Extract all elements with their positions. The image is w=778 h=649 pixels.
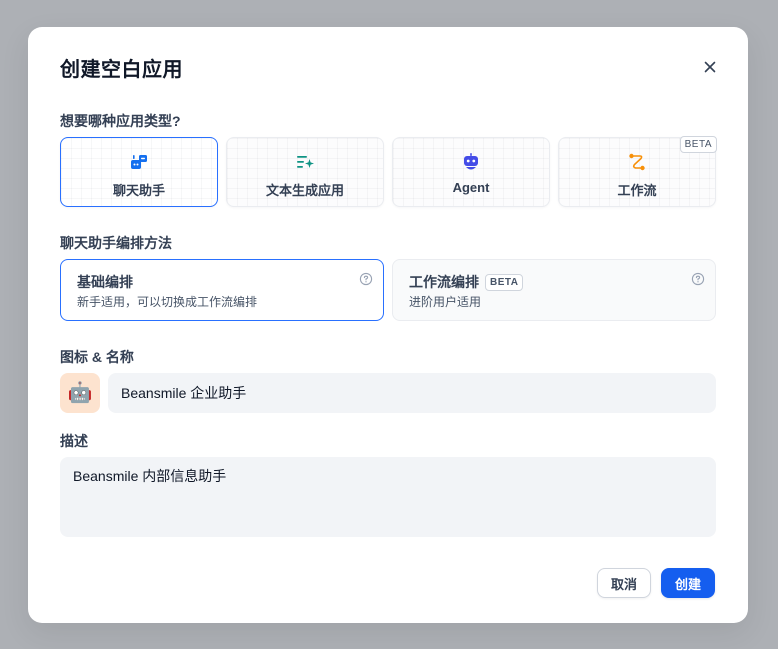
orchestration-basic-description: 新手适用，可以切换成工作流编排	[77, 295, 258, 309]
close-icon	[704, 61, 716, 73]
app-type-text-generation[interactable]: 文本生成应用	[226, 137, 384, 207]
app-icon-picker[interactable]: 🤖	[60, 373, 100, 413]
app-type-label-text-generation: 文本生成应用	[265, 183, 344, 198]
app-description-input[interactable]: Beansmile 内部信息助手	[60, 457, 716, 537]
robot-emoji-icon: 🤖	[67, 382, 93, 404]
workflow-icon	[629, 153, 645, 171]
orchestration-basic[interactable]: 基础编排 新手适用，可以切换成工作流编排	[60, 259, 384, 321]
orchestration-workflow[interactable]: 工作流编排 BETA 进阶用户适用	[392, 259, 716, 321]
app-type-options: 聊天助手 文本生成应用 Agent 工作流 BETA	[60, 136, 717, 207]
dialog-title: 创建空白应用	[60, 59, 183, 81]
orchestration-basic-title: 基础编排	[77, 274, 133, 290]
cancel-button[interactable]: 取消	[597, 568, 651, 598]
agent-robot-icon	[464, 153, 478, 170]
orchestration-workflow-title: 工作流编排	[409, 274, 479, 290]
app-type-workflow[interactable]: 工作流 BETA	[558, 136, 717, 207]
help-circle-icon[interactable]	[691, 272, 705, 286]
create-app-dialog: 创建空白应用 想要哪种应用类型? 聊天助手 文本生成应用 Agent 工作流 B…	[28, 27, 748, 623]
create-button[interactable]: 创建	[661, 568, 715, 598]
close-button[interactable]	[700, 57, 720, 77]
app-type-label: 想要哪种应用类型?	[60, 113, 181, 129]
app-type-label-chat: 聊天助手	[112, 183, 165, 198]
app-type-chat-assistant[interactable]: 聊天助手	[60, 137, 218, 207]
orchestration-label: 聊天助手编排方法	[60, 235, 172, 251]
chat-bot-icon	[131, 155, 147, 169]
orchestration-workflow-description: 进阶用户适用	[409, 295, 482, 309]
text-generation-icon	[297, 156, 314, 168]
beta-badge: BETA	[679, 136, 717, 153]
app-name-input[interactable]	[108, 373, 716, 413]
name-label: 图标 & 名称	[60, 349, 134, 365]
app-type-label-agent: Agent	[452, 180, 490, 195]
help-circle-icon[interactable]	[359, 272, 373, 286]
app-type-label-workflow: 工作流	[617, 183, 657, 198]
app-type-agent[interactable]: Agent	[392, 137, 550, 207]
description-label: 描述	[60, 433, 88, 449]
beta-badge: BETA	[485, 273, 524, 291]
